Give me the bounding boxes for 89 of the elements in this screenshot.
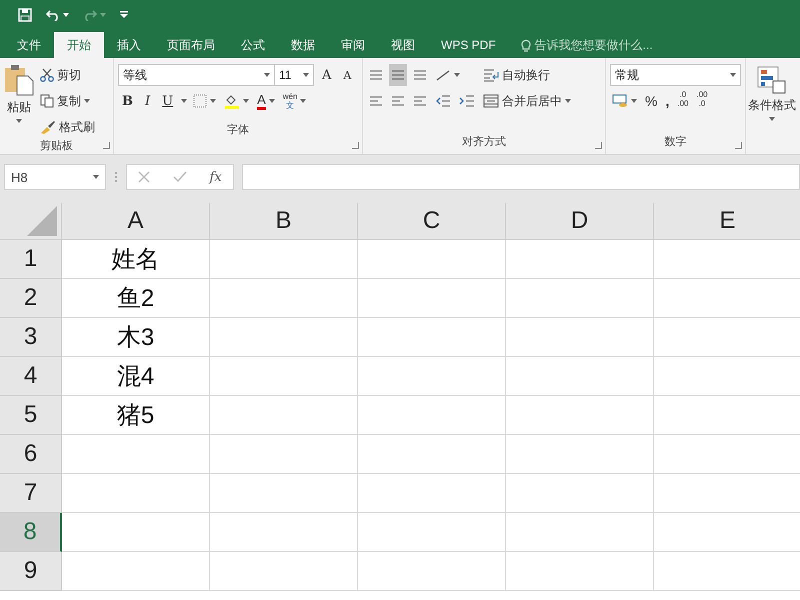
save-icon[interactable] [18, 8, 32, 22]
column-header[interactable]: D [506, 203, 654, 240]
decrease-font-size-button[interactable]: A [339, 64, 356, 86]
column-header[interactable]: B [210, 203, 358, 240]
undo-button[interactable] [46, 9, 69, 21]
ribbon-tab[interactable]: 开始 [54, 32, 104, 58]
row-header[interactable]: 5 [0, 396, 62, 435]
number-format-field[interactable]: 常规 [610, 64, 741, 86]
table-cell: 姓名 [62, 240, 210, 279]
lightbulb-icon [520, 38, 531, 52]
check-icon [172, 171, 187, 183]
triangle-icon [27, 206, 57, 236]
merge-center-button[interactable]: 合并后居中 [481, 90, 573, 112]
formula-input[interactable] [242, 164, 800, 190]
align-lines-icon [413, 96, 427, 106]
decrease-decimal-button[interactable]: .00 .0 [694, 90, 710, 112]
percent-button[interactable]: % [643, 90, 660, 112]
customize-toolbar-icon[interactable] [120, 11, 128, 19]
align-lines-icon [391, 70, 405, 80]
ribbon-tab[interactable]: 审阅 [328, 32, 378, 58]
font-size-field[interactable]: 11 [274, 64, 314, 86]
drag-handle-icon [114, 171, 118, 183]
row-header[interactable]: 4 [0, 357, 62, 396]
wrap-text-icon [483, 68, 499, 82]
ribbon-tab[interactable]: 插入 [104, 32, 154, 58]
paint-bucket-icon [224, 93, 240, 109]
dialog-launcher-icon[interactable] [735, 142, 742, 149]
angled-text-icon [435, 69, 451, 81]
scissors-icon [40, 68, 54, 82]
row-header[interactable]: 3 [0, 318, 62, 357]
row-header[interactable]: 9 [0, 552, 62, 591]
cancel-icon [138, 171, 150, 183]
wrap-text-button[interactable]: 自动换行 [481, 64, 573, 86]
row-header[interactable]: 2 [0, 279, 62, 318]
row-header[interactable]: 7 [0, 474, 62, 513]
align-lines-icon [369, 70, 383, 80]
row-header[interactable]: 6 [0, 435, 62, 474]
column-header[interactable]: A [62, 203, 210, 240]
indent-icon [435, 95, 451, 107]
ribbon-tab[interactable]: WPS PDF [428, 32, 509, 58]
dialog-launcher-icon[interactable] [352, 142, 359, 149]
conditional-formatting-button[interactable]: 条件格式 [746, 58, 798, 154]
insert-function-button[interactable]: fx [210, 170, 222, 184]
underline-button[interactable]: U [158, 90, 178, 112]
table-cell: 猪5 [62, 396, 210, 435]
align-lines-icon [369, 96, 383, 106]
merge-cells-icon [483, 94, 499, 108]
vertical-align-button[interactable] [389, 64, 407, 86]
ribbon-tab[interactable]: 数据 [278, 32, 328, 58]
clipboard-icon [4, 64, 34, 96]
money-icon [612, 94, 628, 108]
phonetic-button[interactable]: wén 文 [280, 90, 308, 112]
group-label: 对齐方式 [461, 134, 507, 150]
align-lines-icon [413, 70, 427, 80]
cut-button[interactable]: 剪切 [38, 64, 97, 86]
group-label: 剪贴板 [39, 138, 74, 154]
column-header[interactable]: E [654, 203, 800, 240]
dialog-launcher-icon[interactable] [595, 142, 602, 149]
dialog-launcher-icon[interactable] [103, 142, 110, 149]
font-name-field[interactable]: 等线 [118, 64, 275, 86]
borders-icon [193, 94, 208, 108]
name-box[interactable]: H8 [4, 164, 106, 190]
group-label: 字体 [226, 122, 250, 138]
ribbon-tab[interactable]: 页面布局 [154, 32, 228, 58]
comma-style-button[interactable]: , [663, 90, 672, 112]
increase-font-size-button[interactable]: A [318, 64, 336, 86]
format-painter-button[interactable]: 格式刷 [38, 116, 97, 138]
font-color-button[interactable]: A [255, 90, 277, 112]
copy-button[interactable]: 复制 [38, 90, 97, 112]
group-label: 数字 [664, 134, 688, 150]
ribbon-tab[interactable]: 公式 [228, 32, 278, 58]
table-cell: 混4 [62, 357, 210, 396]
tell-me-search[interactable]: 告诉我您想要做什么... [520, 32, 653, 58]
ribbon-tab[interactable]: 文件 [4, 32, 54, 58]
copy-icon [40, 94, 54, 108]
brush-icon [40, 120, 56, 134]
row-header[interactable]: 1 [0, 240, 62, 279]
paste-button[interactable]: 粘贴 [4, 64, 34, 138]
conditional-format-icon [757, 66, 787, 94]
bold-button[interactable]: B [118, 90, 137, 112]
italic-button[interactable]: I [141, 90, 154, 112]
ribbon-tab[interactable]: 视图 [378, 32, 428, 58]
table-cell: 木3 [62, 318, 210, 357]
row-header[interactable]: 8 [0, 513, 62, 552]
column-header[interactable]: C [358, 203, 506, 240]
align-lines-icon [391, 96, 405, 106]
indent-icon [459, 95, 475, 107]
increase-decimal-button[interactable]: .0 .00 [675, 90, 690, 112]
table-cell: 鱼2 [62, 279, 210, 318]
